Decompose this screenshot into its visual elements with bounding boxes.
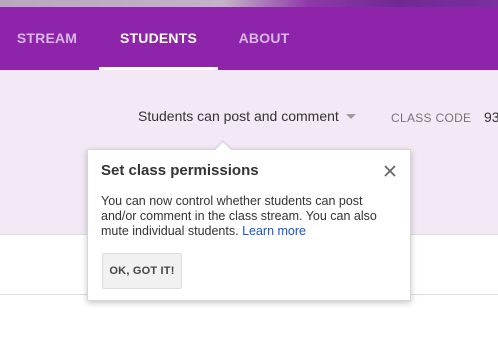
popover-body-text: You can now control whether students can… xyxy=(101,194,377,238)
tab-stream[interactable]: STREAM xyxy=(0,7,94,70)
class-code-value: 93 xyxy=(484,109,498,125)
permissions-popover: Set class permissions You can now contro… xyxy=(87,140,411,301)
permission-dropdown-label: Students can post and comment xyxy=(138,108,339,124)
tab-about[interactable]: ABOUT xyxy=(218,7,310,70)
popover-title: Set class permissions xyxy=(101,162,259,179)
class-code-label: CLASS CODE xyxy=(391,111,472,125)
chevron-down-icon xyxy=(345,113,356,119)
class-banner-image xyxy=(0,0,498,7)
popover-description: You can now control whether students can… xyxy=(101,194,401,239)
tab-students[interactable]: STUDENTS xyxy=(99,7,218,70)
popover-arrow-fill xyxy=(214,142,232,151)
permission-dropdown[interactable]: Students can post and comment xyxy=(138,108,356,128)
class-nav-bar: STREAM STUDENTS ABOUT xyxy=(0,7,498,70)
close-icon[interactable] xyxy=(380,161,400,181)
ok-got-it-button[interactable]: OK, GOT IT! xyxy=(102,253,182,289)
learn-more-link[interactable]: Learn more xyxy=(242,224,306,238)
